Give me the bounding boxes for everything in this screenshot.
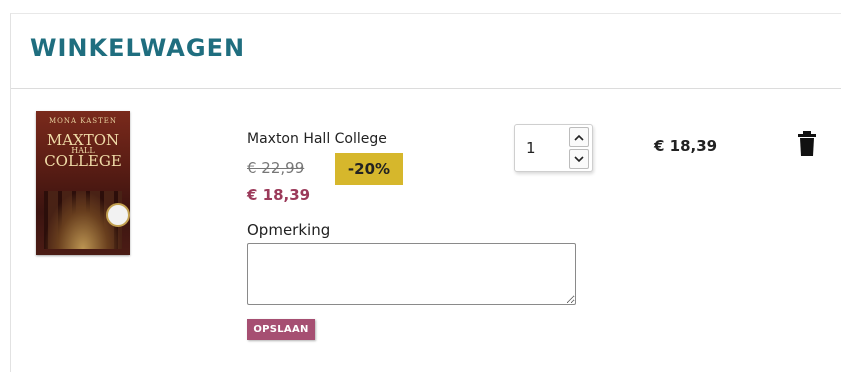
quantity-decrease-button[interactable] (569, 149, 589, 169)
chevron-down-icon (574, 155, 584, 162)
cover-title-line1: MAXTON (46, 131, 120, 149)
page-title: WINKELWAGEN (30, 34, 246, 62)
save-button[interactable]: OPSLAAN (247, 319, 315, 340)
new-price: € 18,39 (247, 186, 311, 204)
delete-button[interactable] (797, 131, 817, 157)
cart-panel: WINKELWAGEN (10, 13, 841, 372)
cover-award-badge (106, 203, 130, 227)
quantity-increase-button[interactable] (569, 127, 589, 147)
cover-title-line3: COLLEGE (44, 152, 122, 170)
cover-title: MAXTON HALL COLLEGE (36, 131, 130, 170)
trash-icon (798, 131, 816, 156)
line-total: € 18,39 (654, 137, 718, 155)
note-label: Opmerking (247, 221, 331, 239)
discount-badge: -20% (335, 153, 403, 185)
note-textarea[interactable] (247, 243, 576, 305)
cover-author: MONA KASTEN (48, 117, 117, 125)
product-name-link[interactable]: Maxton Hall College (247, 131, 387, 147)
cart-header: WINKELWAGEN (11, 14, 841, 89)
chevron-up-icon (574, 134, 584, 141)
quantity-value[interactable]: 1 (526, 139, 536, 157)
quantity-stepper[interactable]: 1 (514, 124, 593, 172)
old-price: € 22,99 (247, 159, 305, 177)
book-cover-image[interactable]: MONA KASTEN MAXTON HALL COLLEGE (36, 111, 130, 255)
